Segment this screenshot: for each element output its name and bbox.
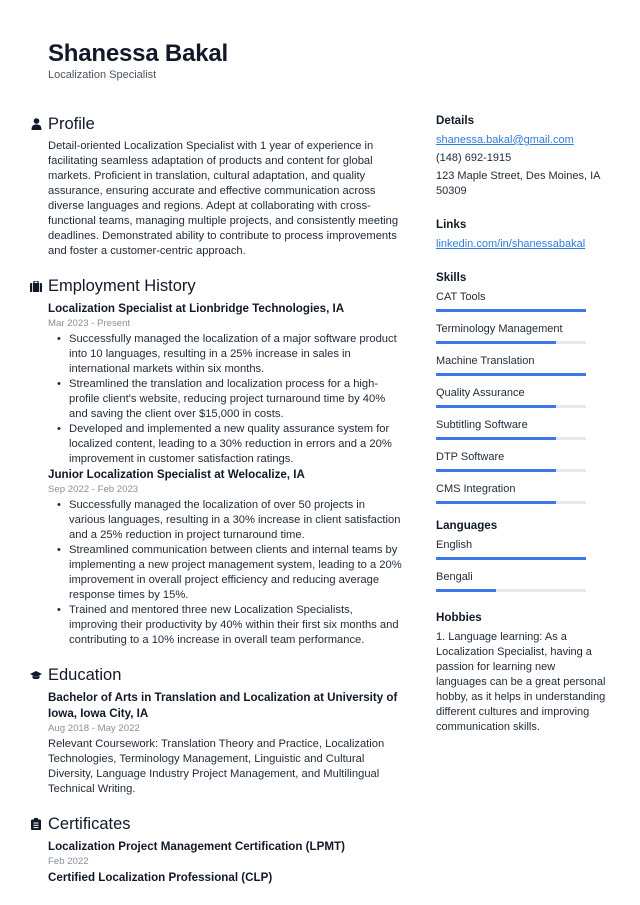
- links-title: Links: [436, 218, 467, 231]
- skill-level-bar: [436, 501, 586, 504]
- details-title: Details: [436, 114, 475, 127]
- employment-heading: Employment History: [30, 275, 402, 297]
- language-level-bar: [436, 589, 586, 592]
- profile-summary: Detail-oriented Localization Specialist …: [48, 140, 399, 257]
- skill-level-bar: [436, 405, 586, 408]
- certificates-title: Certificates: [48, 815, 131, 833]
- profile-section: Profile Detail-oriented Localization Spe…: [30, 113, 402, 259]
- email-link[interactable]: shanessa.bakal@gmail.com: [436, 134, 574, 146]
- education-title: Education: [48, 666, 122, 684]
- hobbies-section: Hobbies 1. Language learning: As a Local…: [436, 610, 606, 735]
- links-section: Links linkedin.com/in/shanessabakal: [436, 217, 606, 252]
- education-dates: Aug 2018 - May 2022: [48, 723, 140, 734]
- degree-title: Bachelor of Arts in Translation and Loca…: [48, 691, 398, 720]
- skill-level-fill: [436, 501, 556, 504]
- address: 123 Maple Street, Des Moines, IA 50309: [436, 170, 600, 197]
- skill-level-fill: [436, 405, 556, 408]
- education-section: Education Bachelor of Arts in Translatio…: [30, 664, 402, 797]
- linkedin-link[interactable]: linkedin.com/in/shanessabakal: [436, 238, 585, 250]
- profile-heading: Profile: [30, 113, 402, 135]
- skill-level-fill: [436, 373, 586, 376]
- language-level-fill: [436, 557, 586, 560]
- certificate-entry: Localization Project Management Certific…: [48, 839, 402, 869]
- skill-label: DTP Software: [436, 451, 505, 463]
- candidate-role: Localization Specialist: [48, 69, 157, 81]
- education-heading: Education: [30, 664, 402, 686]
- profile-title: Profile: [48, 115, 95, 133]
- job-title: Junior Localization Specialist at Weloca…: [48, 468, 305, 481]
- skill-item: Terminology Management: [436, 322, 606, 344]
- job-bullet: Developed and implemented a new quality …: [48, 422, 402, 467]
- skill-item: DTP Software: [436, 450, 606, 472]
- certificate-title: Localization Project Management Certific…: [48, 840, 345, 853]
- job-dates: Sep 2022 - Feb 2023: [48, 484, 139, 495]
- hobbies-title: Hobbies: [436, 611, 482, 624]
- education-coursework: Relevant Coursework: Translation Theory …: [48, 738, 385, 795]
- language-level-fill: [436, 589, 496, 592]
- skill-item: CAT Tools: [436, 290, 606, 312]
- language-label: English: [436, 539, 473, 551]
- skill-item: CMS Integration: [436, 482, 606, 504]
- job-bullet: Streamlined communication between client…: [48, 543, 402, 603]
- job-entry: Localization Specialist at Lionbridge Te…: [48, 301, 402, 467]
- skills-section: Skills CAT Tools Terminology Management Ma…: [436, 270, 606, 504]
- languages-section: Languages English Bengali: [436, 518, 606, 592]
- briefcase-icon: [30, 279, 42, 293]
- skills-title: Skills: [436, 271, 467, 284]
- person-icon: [30, 117, 42, 131]
- job-bullet: Successfully managed the localization of…: [48, 498, 402, 543]
- languages-list: English Bengali: [436, 538, 606, 592]
- clipboard-icon: [30, 817, 42, 831]
- certificates-section: Certificates Localization Project Manage…: [30, 813, 402, 886]
- skill-level-bar: [436, 309, 586, 312]
- certificate-entry: Certified Localization Professional (CLP…: [48, 870, 402, 886]
- skill-level-bar: [436, 437, 586, 440]
- skill-level-fill: [436, 469, 556, 472]
- phone-number: (148) 692-1915: [436, 152, 512, 164]
- job-title: Localization Specialist at Lionbridge Te…: [48, 302, 345, 315]
- skill-level-bar: [436, 341, 586, 344]
- certificate-title: Certified Localization Professional (CLP…: [48, 871, 273, 884]
- skill-label: CMS Integration: [436, 483, 516, 495]
- education-entry: Bachelor of Arts in Translation and Loca…: [48, 690, 402, 797]
- hobbies-text: 1. Language learning: As a Localization …: [436, 631, 606, 733]
- job-bullet: Streamlined the translation and localiza…: [48, 377, 402, 422]
- job-bullets: Successfully managed the localization of…: [48, 332, 402, 467]
- skill-item: Subtitling Software: [436, 418, 606, 440]
- sidebar-column: Details shanessa.bakal@gmail.com (148) 6…: [436, 113, 606, 753]
- skill-level-bar: [436, 469, 586, 472]
- graduation-cap-icon: [30, 668, 42, 682]
- skill-label: Subtitling Software: [436, 419, 528, 431]
- skill-level-fill: [436, 341, 556, 344]
- skill-item: Quality Assurance: [436, 386, 606, 408]
- language-item: Bengali: [436, 570, 606, 592]
- skill-level-fill: [436, 437, 556, 440]
- main-column: Profile Detail-oriented Localization Spe…: [30, 113, 402, 902]
- job-bullet: Successfully managed the localization of…: [48, 332, 402, 377]
- candidate-name: Shanessa Bakal: [48, 40, 228, 67]
- skills-list: CAT Tools Terminology Management Machine T…: [436, 290, 606, 504]
- language-label: Bengali: [436, 571, 473, 583]
- certificates-heading: Certificates: [30, 813, 402, 835]
- job-bullet: Trained and mentored three new Localizat…: [48, 603, 402, 648]
- skill-label: Quality Assurance: [436, 387, 525, 399]
- languages-title: Languages: [436, 519, 498, 532]
- skill-item: Machine Translation: [436, 354, 606, 376]
- employment-section: Employment History Localization Speciali…: [30, 275, 402, 648]
- resume-header: Shanessa Bakal Localization Specialist: [48, 40, 228, 82]
- skill-label: Terminology Management: [436, 323, 563, 335]
- job-dates: Mar 2023 - Present: [48, 318, 131, 329]
- skill-label: Machine Translation: [436, 355, 535, 367]
- skill-level-bar: [436, 373, 586, 376]
- language-item: English: [436, 538, 606, 560]
- certificate-date: Feb 2022: [48, 856, 89, 867]
- details-section: Details shanessa.bakal@gmail.com (148) 6…: [436, 113, 606, 199]
- job-bullets: Successfully managed the localization of…: [48, 498, 402, 648]
- employment-title: Employment History: [48, 277, 196, 295]
- language-level-bar: [436, 557, 586, 560]
- skill-label: CAT Tools: [436, 291, 486, 303]
- skill-level-fill: [436, 309, 586, 312]
- job-entry: Junior Localization Specialist at Weloca…: [48, 467, 402, 648]
